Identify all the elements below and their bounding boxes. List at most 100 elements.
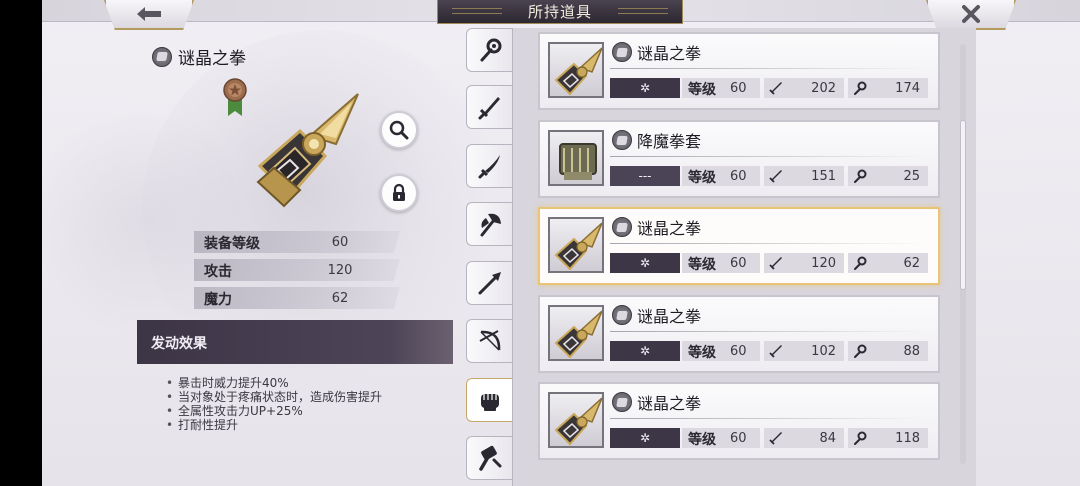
tab-wand[interactable] [466, 28, 512, 72]
magic-value: 174 [895, 81, 920, 96]
tab-axe[interactable] [466, 202, 512, 246]
list-scrollbar-thumb[interactable] [960, 120, 966, 290]
card-stats: ✲ 等级 60 102 88 [610, 341, 930, 363]
attack-cell: 84 [764, 428, 844, 448]
tab-bow[interactable] [466, 319, 512, 363]
magic-wand-icon [854, 431, 867, 445]
fist-type-icon [152, 46, 172, 67]
card-divider [610, 156, 926, 157]
stat-row-attack: 攻击 120 [194, 259, 400, 281]
level-value: 60 [730, 256, 747, 271]
level-cell: 等级 60 [682, 166, 760, 186]
level-value: 60 [730, 431, 747, 446]
item-card[interactable]: 谜晶之拳 ✲ 等级 60 102 88 [538, 295, 940, 373]
element-indicator: ✲ [610, 253, 680, 273]
fist-weapon-icon [554, 310, 602, 359]
stat-row-level: 装备等级 60 [194, 231, 400, 253]
level-value: 60 [730, 344, 747, 359]
level-cell: 等级 60 [682, 253, 760, 273]
effect-item: 打耐性提升 [166, 418, 382, 432]
item-card[interactable]: 谜晶之拳 ✲ 等级 60 120 62 [538, 207, 940, 285]
effect-list: 暴击时威力提升40% 当对象处于疼痛状态时，造成伤害提升 全属性攻击力UP+25… [166, 376, 382, 432]
level-label: 等级 [688, 432, 716, 448]
stat-label: 装备等级 [204, 236, 260, 252]
magic-cell: 62 [848, 253, 928, 273]
attack-cell: 202 [764, 78, 844, 98]
magic-cell: 174 [848, 78, 928, 98]
fist-weapon-icon [559, 143, 597, 180]
effect-title: 发动效果 [151, 336, 207, 352]
effect-item: 当对象处于疼痛状态时，造成伤害提升 [166, 390, 382, 404]
tab-spear[interactable] [466, 261, 512, 305]
back-button[interactable] [104, 0, 194, 30]
element-indicator: ✲ [610, 78, 680, 98]
level-value: 60 [730, 81, 747, 96]
tab-katana[interactable] [466, 144, 512, 188]
effect-header: 发动效果 [137, 320, 453, 364]
attack-value: 102 [811, 344, 836, 359]
detail-name-row: 谜晶之拳 [152, 44, 246, 69]
item-thumbnail [548, 217, 604, 273]
item-thumbnail [548, 392, 604, 448]
level-cell: 等级 60 [682, 428, 760, 448]
item-name: 谜晶之拳 [637, 394, 702, 413]
axe-icon [480, 213, 501, 237]
card-divider [610, 331, 926, 332]
bow-icon [479, 330, 500, 351]
lock-button[interactable] [380, 174, 418, 212]
title-ornament-left [452, 8, 502, 14]
item-name: 降魔拳套 [637, 132, 702, 151]
magic-cell: 25 [848, 166, 928, 186]
item-name: 谜晶之拳 [637, 219, 702, 238]
page-title: 所持道具 [527, 3, 592, 21]
lock-icon [393, 183, 405, 201]
detail-stats: 装备等级 60 攻击 120 魔力 62 [194, 231, 400, 315]
tab-hammer[interactable] [466, 436, 512, 480]
attack-cell: 102 [764, 341, 844, 361]
wand-icon [480, 38, 501, 62]
element-indicator: ✲ [610, 341, 680, 361]
fist-weapon-icon [554, 222, 602, 271]
fist-type-icon [612, 130, 632, 150]
hammer-icon [478, 445, 501, 471]
fist-icon [480, 394, 499, 411]
item-card[interactable]: 降魔拳套 --- 等级 60 151 25 [538, 120, 940, 198]
stat-label: 攻击 [204, 264, 232, 280]
magic-value: 25 [903, 169, 920, 184]
card-name-row: 降魔拳套 [612, 128, 701, 152]
attack-value: 120 [811, 256, 836, 271]
katana-icon [478, 155, 500, 179]
level-cell: 等级 60 [682, 341, 760, 361]
magic-wand-icon [854, 81, 867, 95]
card-stats: --- 等级 60 151 25 [610, 166, 930, 188]
attack-sword-icon [769, 432, 782, 445]
tab-fist[interactable] [466, 378, 512, 422]
tab-sword[interactable] [466, 85, 512, 129]
card-divider [610, 68, 926, 69]
stat-row-magic: 魔力 62 [194, 287, 400, 309]
arrow-left-icon [137, 7, 161, 21]
magic-value: 88 [903, 344, 920, 359]
magic-value: 118 [895, 431, 920, 446]
item-name: 谜晶之拳 [637, 307, 702, 326]
sword-icon [478, 97, 500, 120]
level-label: 等级 [688, 345, 716, 361]
attack-sword-icon [769, 345, 782, 358]
fist-type-icon [612, 217, 632, 237]
zoom-button[interactable] [380, 111, 418, 149]
level-value: 60 [730, 169, 747, 184]
fist-weapon-icon [554, 397, 602, 446]
attack-cell: 120 [764, 253, 844, 273]
element-indicator: --- [610, 166, 680, 186]
magic-value: 62 [903, 256, 920, 271]
close-button[interactable] [926, 0, 1016, 30]
card-divider [610, 243, 926, 244]
magic-wand-icon [854, 256, 867, 270]
attack-sword-icon [769, 170, 782, 183]
item-card[interactable]: 谜晶之拳 ✲ 等级 60 202 174 [538, 32, 940, 110]
effect-item: 全属性攻击力UP+25% [166, 404, 382, 418]
item-card[interactable]: 谜晶之拳 ✲ 等级 60 84 118 [538, 382, 940, 460]
attack-value: 84 [819, 431, 836, 446]
stat-label: 魔力 [204, 292, 232, 308]
magnifier-icon [389, 120, 409, 140]
